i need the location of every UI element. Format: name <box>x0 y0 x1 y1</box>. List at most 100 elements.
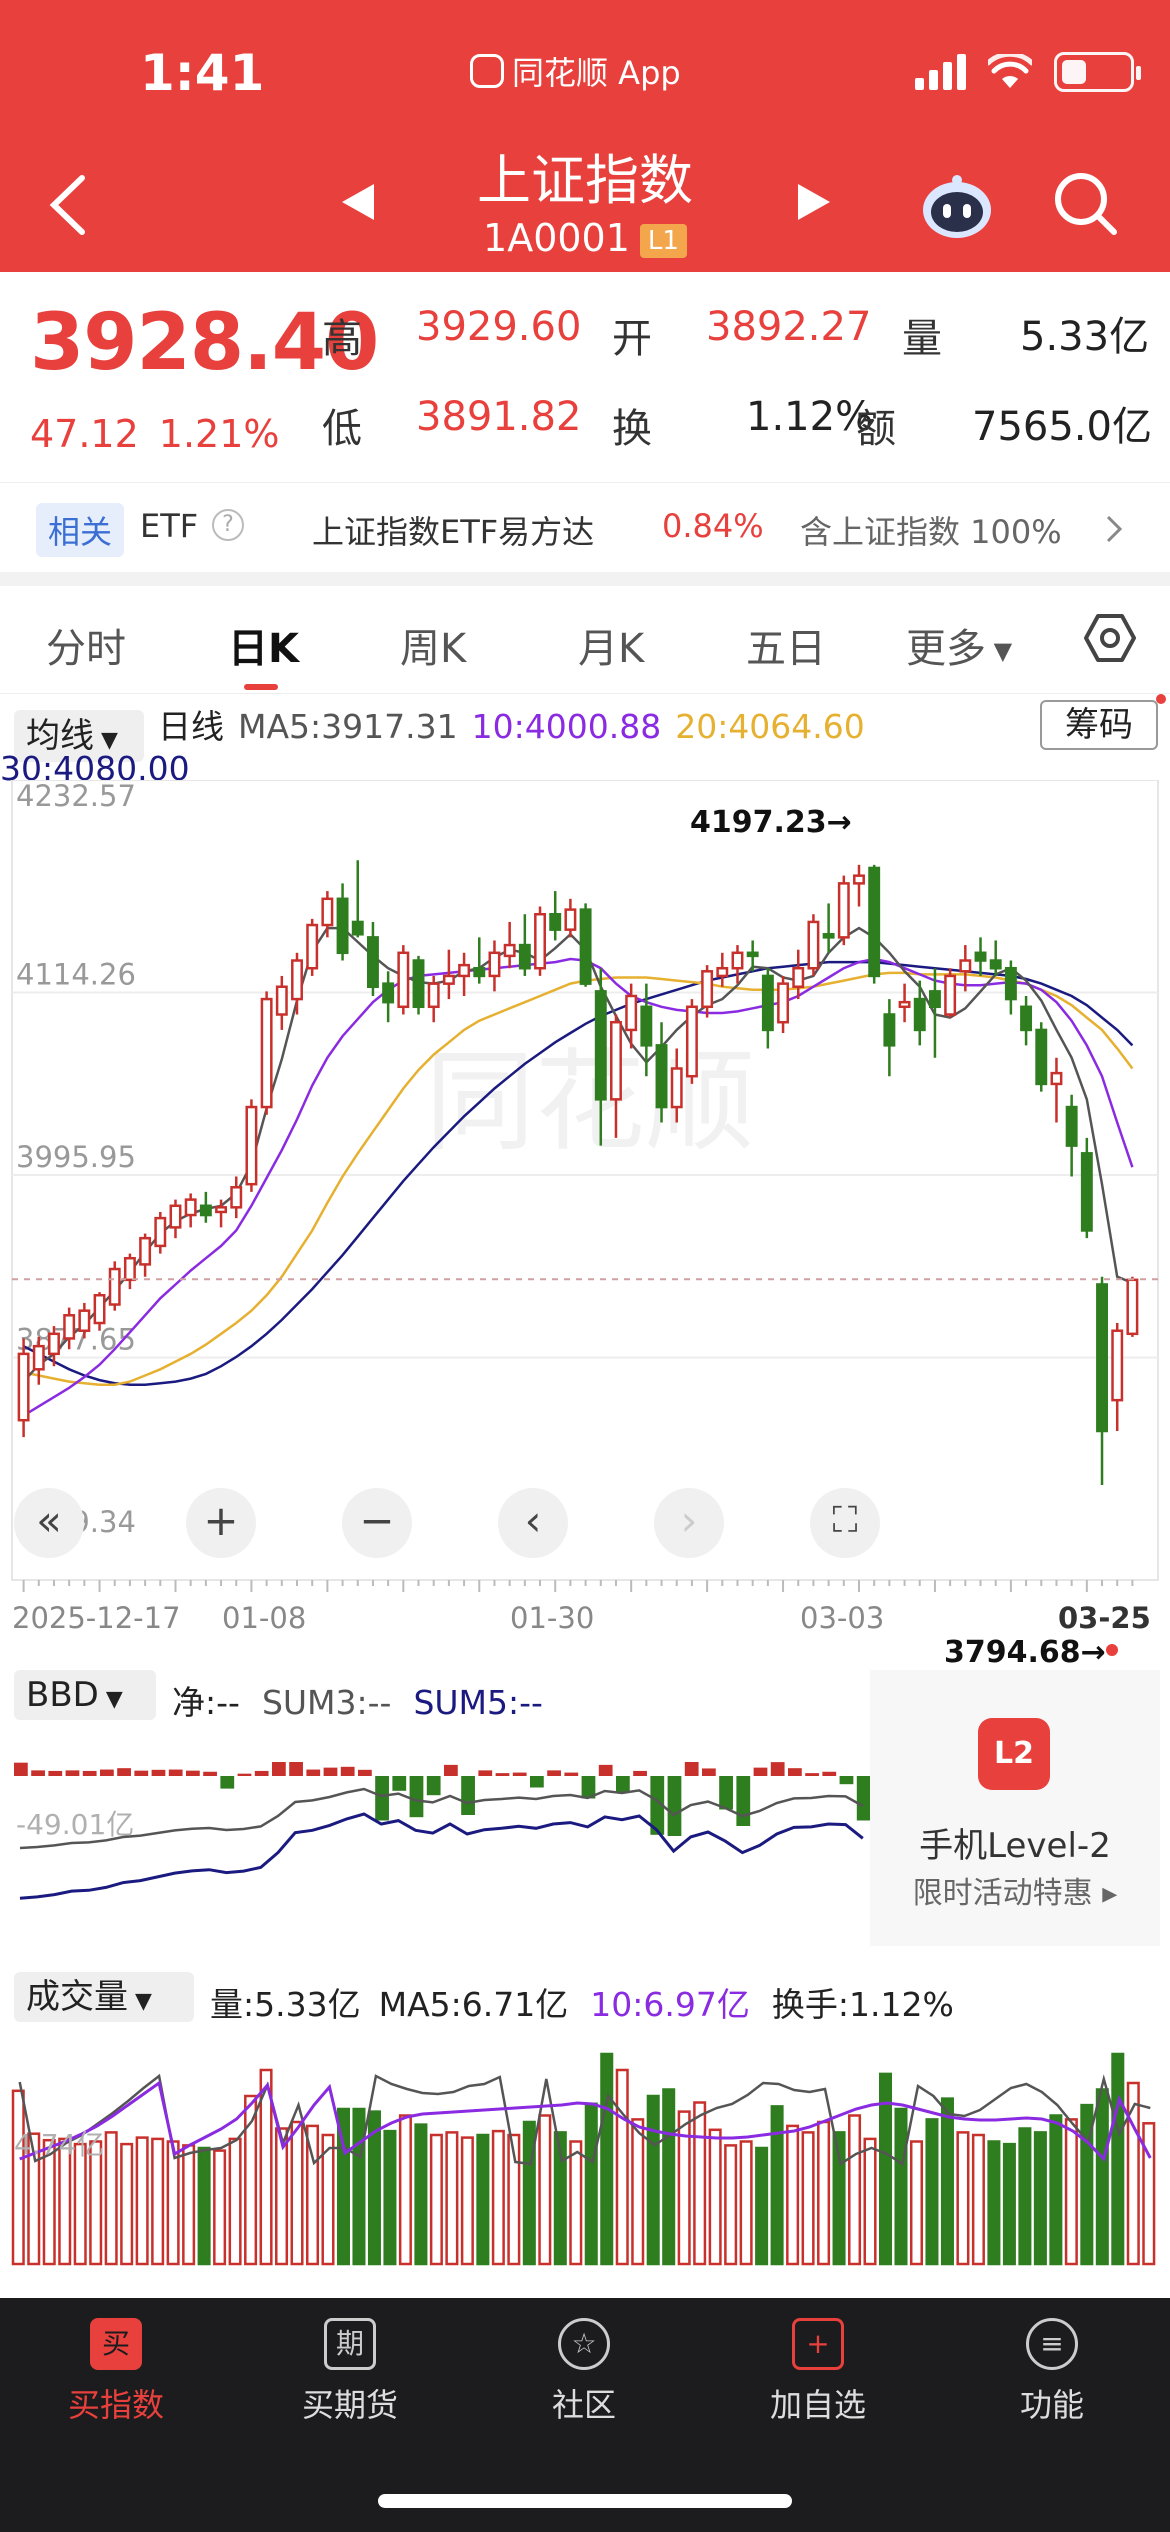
bbd-bar <box>736 1776 751 1826</box>
bbd-bar <box>306 1769 321 1776</box>
volume-selector[interactable]: 成交量 ▼ <box>14 1972 194 2022</box>
candle <box>564 898 577 938</box>
bbd-selector[interactable]: BBD ▼ <box>14 1670 156 1720</box>
bbd-bar <box>667 1776 682 1836</box>
bbd-bar <box>203 1771 217 1776</box>
nav-add-watchlist[interactable]: + 加自选 <box>718 2318 918 2426</box>
bbd-bar <box>805 1773 819 1776</box>
stock-code-text: 1A0001 <box>483 216 630 260</box>
level-badge: L1 <box>639 223 687 258</box>
candle <box>1050 1057 1063 1123</box>
ma20-line <box>23 971 1134 1386</box>
promo-subtitle: 限时活动特惠 ▸ <box>870 1868 1160 1912</box>
volume-bar <box>569 2140 583 2266</box>
bbd-bar <box>186 1770 200 1776</box>
nav-buy-index[interactable]: 买 买指数 <box>16 2318 216 2426</box>
bbd-bar <box>822 1771 837 1776</box>
volume-bar <box>693 2101 707 2266</box>
bbd-bar <box>478 1770 493 1776</box>
scroll-left-button[interactable]: ‹ <box>498 1488 568 1558</box>
bbd-bar <box>340 1766 355 1776</box>
caret-right-icon: ▸ <box>1092 1876 1118 1911</box>
volume-bar <box>213 2149 227 2266</box>
bbd-selector-label: BBD <box>26 1675 99 1715</box>
related-etf-bar[interactable]: 相关 ETF ? 上证指数ETF易方达 0.84% 含上证指数 100% <box>0 482 1170 572</box>
nav-community[interactable]: ☆ 社区 <box>484 2318 684 2426</box>
caret-down-icon: ▼ <box>986 637 1013 665</box>
tab-intraday[interactable]: 分时 <box>46 616 126 674</box>
bbd-chart[interactable]: -49.01亿 <box>0 1744 870 1944</box>
bbd-bar <box>48 1770 63 1776</box>
volume-bar <box>228 2137 242 2266</box>
candle <box>579 903 592 987</box>
tab-more[interactable]: 更多 ▼ <box>906 616 1012 674</box>
volume-bar <box>755 2146 769 2266</box>
candle <box>1035 1022 1048 1092</box>
level2-promo[interactable]: L2 手机Level-2 限时活动特惠 ▸ <box>870 1670 1160 1946</box>
volume-bar <box>739 2140 753 2266</box>
menu-icon: ≡ <box>1026 2318 1078 2370</box>
candle <box>883 999 896 1077</box>
nav-functions[interactable]: ≡ 功能 <box>952 2318 1152 2426</box>
zoom-out-button[interactable]: − <box>342 1488 412 1558</box>
bbd-bar <box>444 1764 458 1776</box>
chip-distribution-button[interactable]: 筹码 <box>1040 700 1158 750</box>
candle <box>306 918 319 976</box>
ma-legend: 日线 MA5:3917.31 10:4000.88 20:4064.60 30:408… <box>0 706 978 790</box>
bbd-bar <box>547 1770 561 1776</box>
volume-bar <box>615 2068 629 2266</box>
volume-bar <box>460 2136 474 2266</box>
candle <box>17 1338 30 1438</box>
volume-bar <box>863 2137 877 2266</box>
tab-weekly-k[interactable]: 周K <box>400 616 466 674</box>
bbd-bar <box>14 1762 28 1776</box>
search-icon[interactable] <box>1050 168 1120 238</box>
open-label: 开 <box>612 316 652 362</box>
active-tab-indicator <box>244 684 278 690</box>
bbd-legend: 净:-- SUM3:-- SUM5:-- <box>172 1676 543 1724</box>
fullscreen-button[interactable]: ⛶ <box>810 1488 880 1558</box>
bbd-bar <box>839 1776 854 1785</box>
candle <box>837 875 850 946</box>
settings-hexagon-icon[interactable] <box>1082 610 1138 666</box>
related-etf-name[interactable]: 上证指数ETF易方达 <box>312 507 594 553</box>
open-value: 3892.27 <box>706 304 872 350</box>
volume-bar <box>909 2140 923 2266</box>
nav-buy-futures[interactable]: 期 买期货 <box>250 2318 450 2426</box>
turnover-value: 1.12% <box>746 394 874 440</box>
bottom-nav: 买 买指数 期 买期货 ☆ 社区 + 加自选 ≡ 功能 <box>0 2298 1170 2532</box>
ma10-value: 10:4000.88 <box>471 707 662 746</box>
volume-bar <box>1002 2142 1016 2266</box>
bbd-bar <box>254 1770 269 1776</box>
next-stock-icon[interactable] <box>794 180 834 224</box>
volume-chart[interactable]: 4.74亿 <box>0 2034 1170 2284</box>
x-tick-label: 03-25 <box>1058 1601 1151 1635</box>
candle <box>868 864 881 984</box>
tab-monthly-k[interactable]: 月K <box>578 616 644 674</box>
x-tick-label: 01-30 <box>510 1601 594 1635</box>
candle <box>701 965 714 1018</box>
zoom-in-button[interactable]: + <box>186 1488 256 1558</box>
collapse-chart-button[interactable]: « <box>14 1488 84 1558</box>
ai-assistant-icon[interactable] <box>918 172 996 242</box>
candle <box>427 975 440 1023</box>
candle <box>321 891 334 938</box>
candlestick-chart[interactable]: 4232.574114.263995.953877.653759.34 同花顺 … <box>0 780 1170 1680</box>
help-icon[interactable]: ? <box>212 509 244 541</box>
nav-buy-index-label: 买指数 <box>67 2386 164 2424</box>
max-price-marker: 4197.23→ <box>690 805 852 840</box>
y-tick-label: 4232.57 <box>16 780 136 813</box>
volume-bar <box>275 2127 289 2266</box>
bbd-bar <box>100 1769 114 1776</box>
nav-buy-futures-label: 买期货 <box>301 2386 398 2424</box>
volume-bar <box>925 2118 939 2266</box>
candle <box>473 937 486 984</box>
bbd-bar <box>65 1770 80 1776</box>
tab-daily-k[interactable]: 日K <box>228 616 299 674</box>
tab-five-day[interactable]: 五日 <box>746 616 826 674</box>
y-tick-label: 4114.26 <box>16 958 136 992</box>
volume-bar <box>104 2131 118 2266</box>
scroll-right-button[interactable]: › <box>654 1488 724 1558</box>
bbd-bar <box>719 1776 733 1810</box>
bbd-bar <box>82 1770 97 1776</box>
